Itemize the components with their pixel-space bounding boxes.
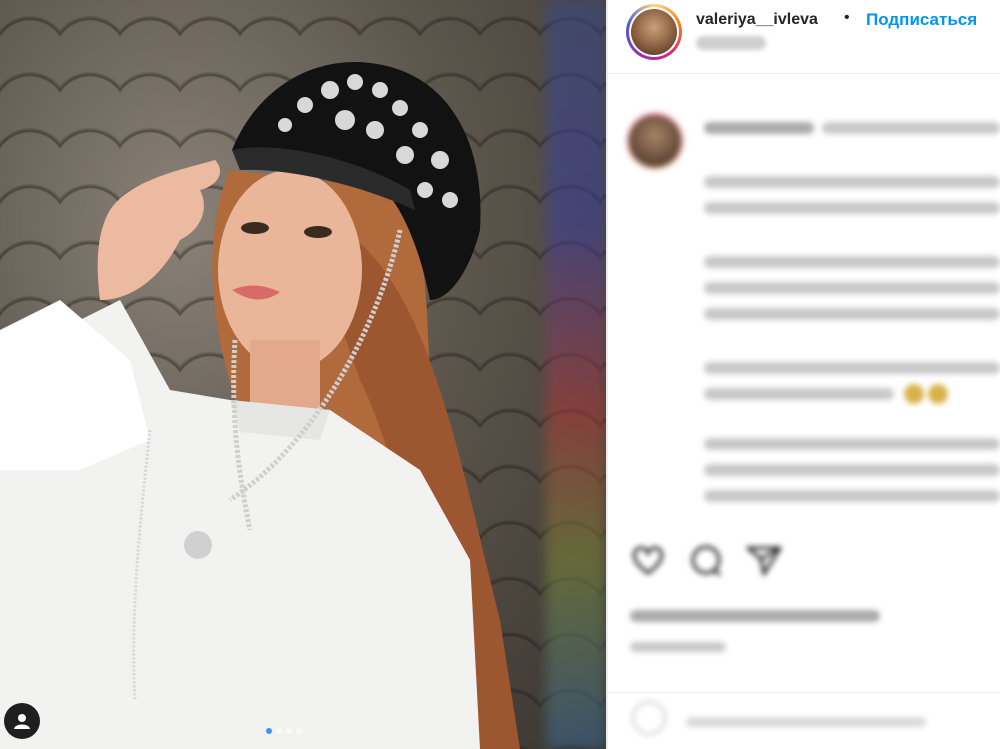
carousel-dot-1 [266, 728, 272, 734]
tagged-users-button[interactable] [4, 703, 40, 739]
post-sidebar: valeriya__ivleva • Подписаться [608, 0, 1000, 749]
caption-username-blurred [704, 122, 814, 134]
brooch [184, 531, 212, 559]
caption-line [704, 256, 1000, 268]
emoji-blurred [904, 384, 924, 404]
caption-line [704, 438, 1000, 450]
heart-icon[interactable] [628, 540, 668, 580]
follow-button[interactable]: Подписаться [866, 10, 977, 30]
caption-line [704, 282, 1000, 294]
avatar[interactable] [626, 4, 682, 60]
caption-line [704, 464, 1000, 476]
photo-subject [0, 61, 520, 749]
caption-line [704, 308, 1000, 320]
likes-count-blurred[interactable] [630, 610, 880, 622]
raised-hand [97, 160, 220, 300]
add-comment-box [608, 692, 1000, 749]
post-header: valeriya__ivleva • Подписаться [608, 0, 1000, 74]
carousel-dot-2 [276, 728, 282, 734]
eye-left [241, 222, 269, 234]
caption-line [704, 202, 1000, 214]
carousel-dot-4 [296, 728, 302, 734]
avatar-photo [631, 9, 677, 55]
emoji-blurred [928, 384, 948, 404]
neck-shape [250, 340, 320, 410]
header-separator: • [844, 9, 850, 26]
action-bar [628, 540, 784, 580]
caption-line [704, 176, 1000, 188]
post-date-blurred [630, 642, 726, 652]
caption-line [704, 388, 894, 400]
carousel-dot-3 [286, 728, 292, 734]
caption-line [822, 122, 1000, 134]
emoji-icon[interactable] [632, 701, 666, 735]
carousel-indicator [266, 728, 302, 734]
user-tag-icon [14, 714, 30, 729]
location-link-blurred[interactable] [696, 36, 766, 50]
username-link[interactable]: valeriya__ivleva [696, 11, 818, 29]
share-icon[interactable] [744, 540, 784, 580]
caption-line [704, 362, 1000, 374]
eye-right [304, 226, 332, 238]
comment-input-placeholder-blurred[interactable] [686, 717, 926, 727]
comment-icon[interactable] [686, 540, 726, 580]
post-photo[interactable] [0, 0, 606, 749]
caption-line [704, 490, 1000, 502]
caption-avatar[interactable] [626, 112, 684, 170]
